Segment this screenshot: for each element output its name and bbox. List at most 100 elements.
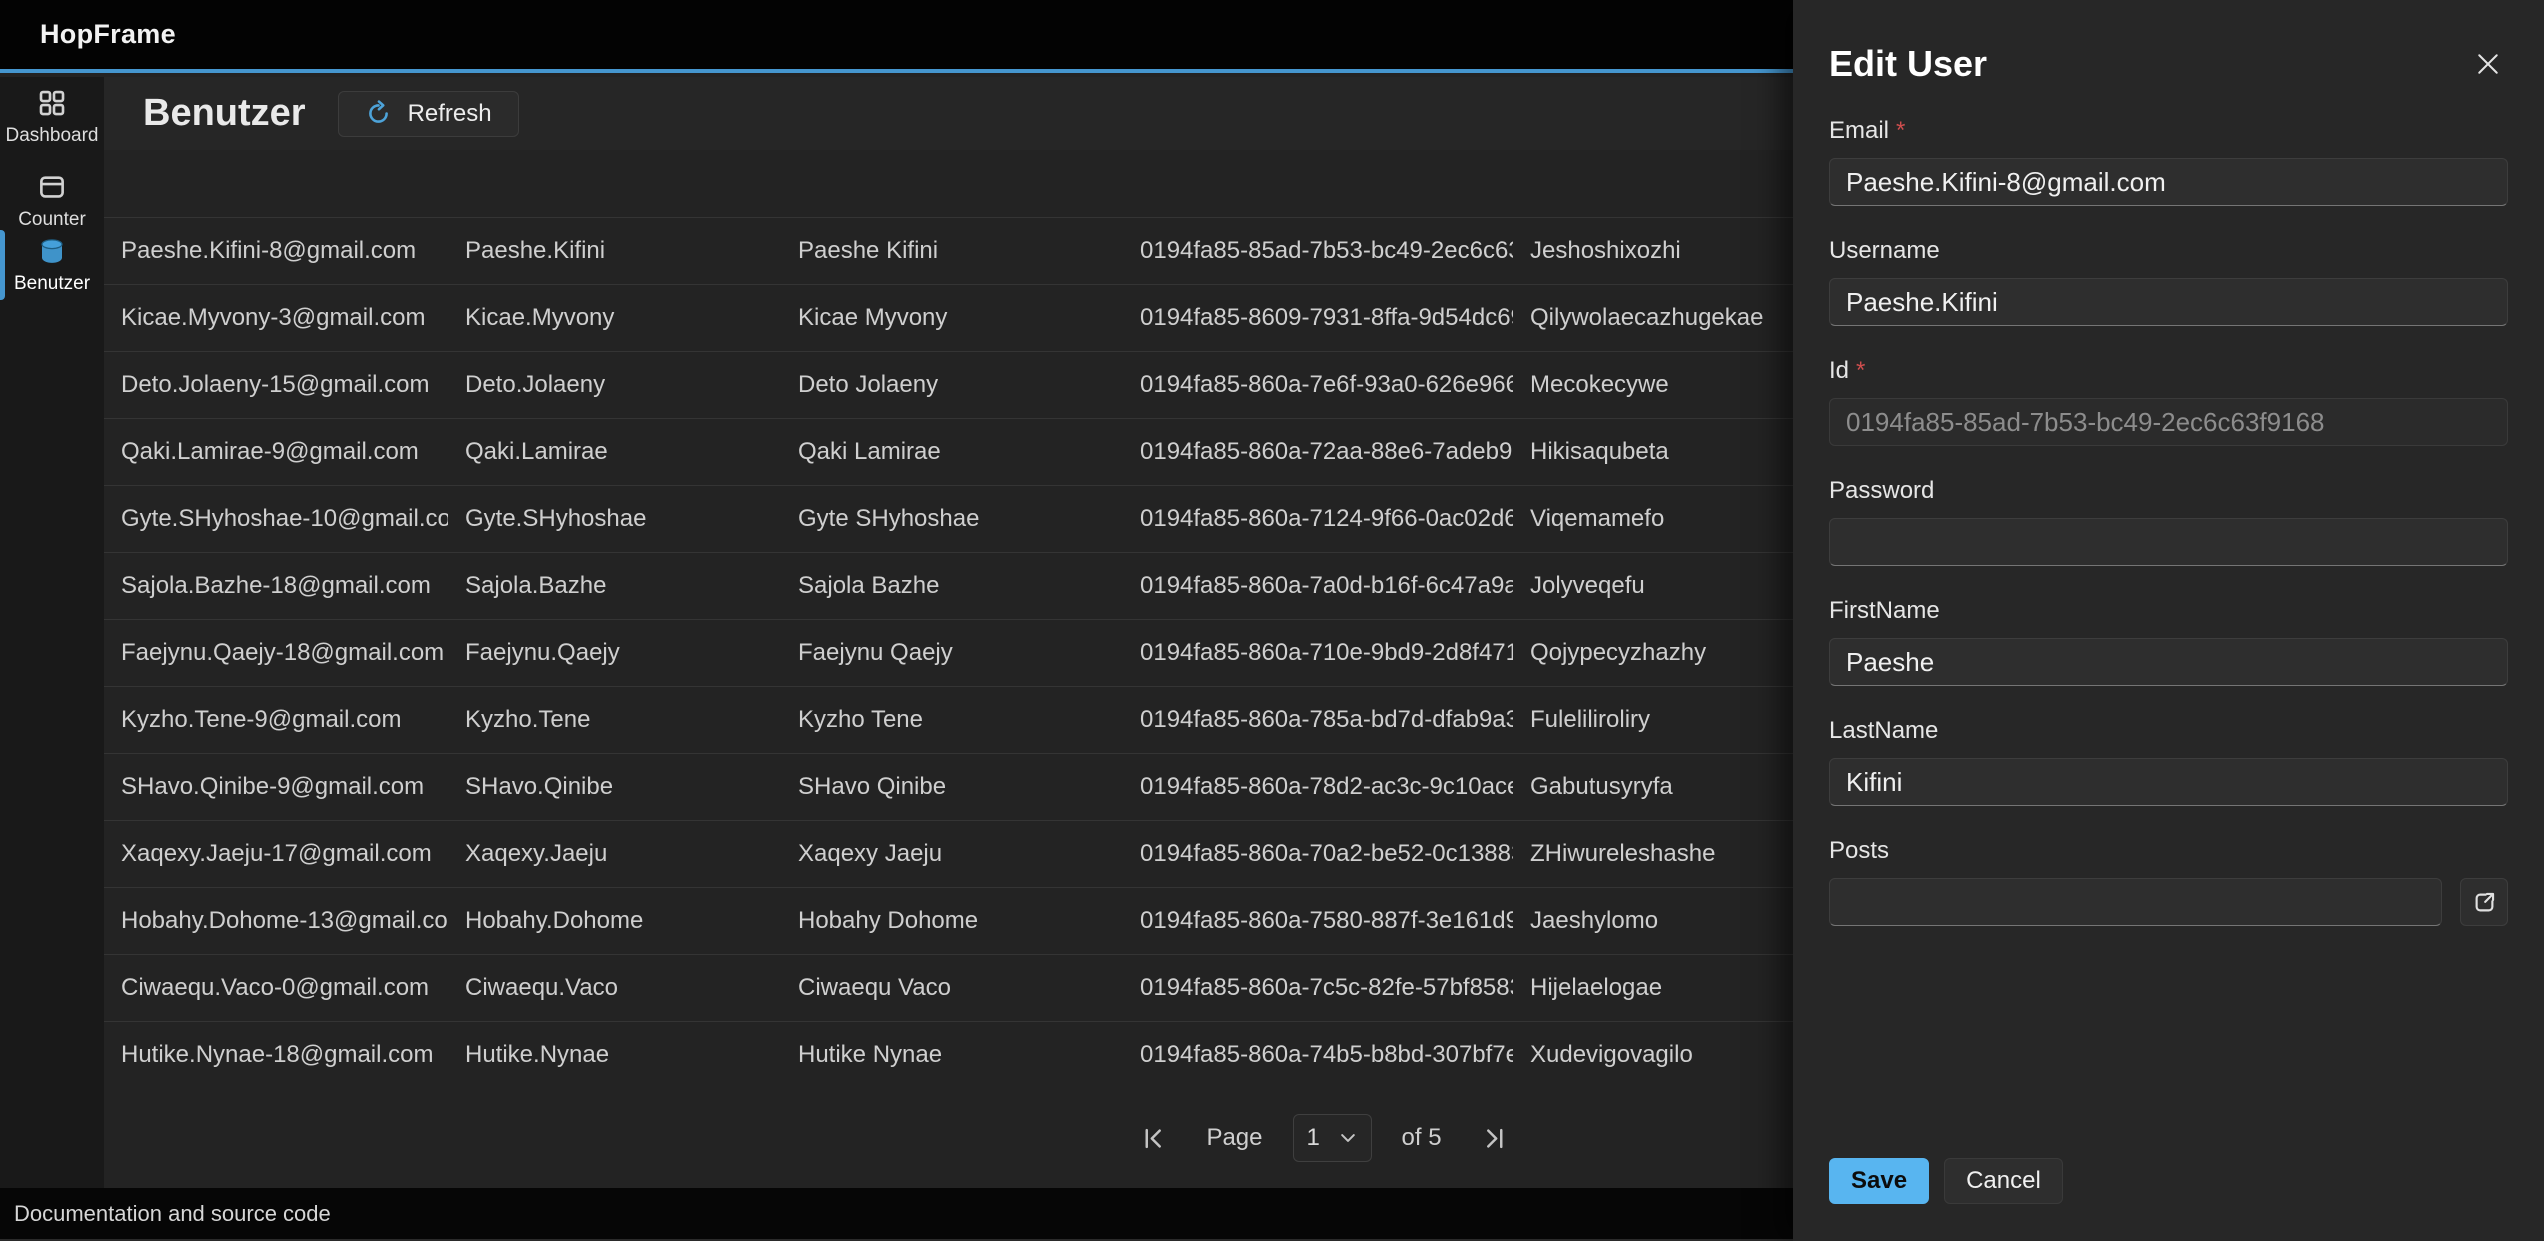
cell-name: Qaki Lamirae bbox=[781, 438, 1123, 466]
sidebar-item-counter[interactable]: Counter bbox=[0, 169, 104, 233]
cell-username: SHavo.Qinibe bbox=[448, 773, 781, 801]
form-field: Password* bbox=[1829, 476, 2508, 566]
cell-email: Gyte.SHyhoshae-10@gmail.com bbox=[104, 505, 448, 533]
cell-email: Kyzho.Tene-9@gmail.com bbox=[104, 706, 448, 734]
cell-name: Hobahy Dohome bbox=[781, 907, 1123, 935]
username-field[interactable] bbox=[1829, 278, 2508, 326]
cell-name: Deto Jolaeny bbox=[781, 371, 1123, 399]
first-page-button[interactable] bbox=[1130, 1115, 1176, 1161]
cell-email: Sajola.Bazhe-18@gmail.com bbox=[104, 572, 448, 600]
field-label: Posts bbox=[1829, 837, 1889, 864]
app-brand: HopFrame bbox=[40, 19, 176, 50]
email-field[interactable] bbox=[1829, 158, 2508, 206]
field-label: Id bbox=[1829, 357, 1849, 384]
cell-email: Hobahy.Dohome-13@gmail.com bbox=[104, 907, 448, 935]
cell-name: SHavo Qinibe bbox=[781, 773, 1123, 801]
id-field bbox=[1829, 398, 2508, 446]
refresh-icon bbox=[365, 100, 392, 127]
form-field: Username* bbox=[1829, 236, 2508, 326]
form-field: Id * bbox=[1829, 356, 2508, 446]
cell-username: Ciwaequ.Vaco bbox=[448, 974, 781, 1002]
form-field: Email* bbox=[1829, 116, 2508, 206]
cell-username: Kicae.Myvony bbox=[448, 304, 781, 332]
counter-icon bbox=[37, 172, 67, 202]
documentation-link[interactable]: Documentation and source code bbox=[14, 1201, 331, 1227]
lastname-field[interactable] bbox=[1829, 758, 2508, 806]
cell-id: 0194fa85-860a-7e6f-93a0-626e9663… bbox=[1123, 371, 1513, 399]
cell-username: Hutike.Nynae bbox=[448, 1041, 781, 1069]
sidebar-item-benutzer[interactable]: Benutzer bbox=[0, 233, 104, 297]
drawer-actions: Save Cancel bbox=[1829, 1158, 2063, 1204]
edit-user-form: Email* Username* bbox=[1829, 116, 2508, 926]
field-label: Username bbox=[1829, 237, 1940, 264]
cell-id: 0194fa85-860a-7580-887f-3e161d9b… bbox=[1123, 907, 1513, 935]
cell-username: Paeshe.Kifini bbox=[448, 237, 781, 265]
cell-email: Ciwaequ.Vaco-0@gmail.com bbox=[104, 974, 448, 1002]
cell-name: Kyzho Tene bbox=[781, 706, 1123, 734]
open-posts-button[interactable] bbox=[2460, 878, 2508, 926]
cell-email: Paeshe.Kifini-8@gmail.com bbox=[104, 237, 448, 265]
grid-icon bbox=[37, 88, 67, 118]
drawer-header: Edit User bbox=[1829, 42, 2508, 86]
cell-email: Qaki.Lamirae-9@gmail.com bbox=[104, 438, 448, 466]
page-select[interactable]: 1 bbox=[1293, 1114, 1372, 1162]
form-field: LastName* bbox=[1829, 716, 2508, 806]
sidebar-item-label: Dashboard bbox=[6, 125, 99, 147]
cell-id: 0194fa85-85ad-7b53-bc49-2ec6c63f… bbox=[1123, 237, 1513, 265]
cell-username: Gyte.SHyhoshae bbox=[448, 505, 781, 533]
page-title: Benutzer bbox=[143, 92, 306, 135]
cell-email: SHavo.Qinibe-9@gmail.com bbox=[104, 773, 448, 801]
sidebar-item-label: Counter bbox=[18, 209, 86, 231]
posts-field[interactable] bbox=[1829, 878, 2442, 926]
cell-id: 0194fa85-860a-72aa-88e6-7adeb902… bbox=[1123, 438, 1513, 466]
sidebar-item-dashboard[interactable]: Dashboard bbox=[0, 85, 104, 149]
close-button[interactable] bbox=[2468, 44, 2508, 84]
sidebar-item-label: Benutzer bbox=[14, 273, 90, 295]
cell-email: Deto.Jolaeny-15@gmail.com bbox=[104, 371, 448, 399]
cell-id: 0194fa85-860a-7c5c-82fe-57bf8583… bbox=[1123, 974, 1513, 1002]
firstname-field[interactable] bbox=[1829, 638, 2508, 686]
refresh-button[interactable]: Refresh bbox=[338, 91, 519, 137]
first-page-icon bbox=[1140, 1125, 1167, 1152]
database-icon bbox=[37, 236, 67, 266]
cell-username: Xaqexy.Jaeju bbox=[448, 840, 781, 868]
cell-email: Kicae.Myvony-3@gmail.com bbox=[104, 304, 448, 332]
cell-username: Qaki.Lamirae bbox=[448, 438, 781, 466]
cell-id: 0194fa85-860a-78d2-ac3c-9c10ace6… bbox=[1123, 773, 1513, 801]
cell-name: Faejynu Qaejy bbox=[781, 639, 1123, 667]
cell-name: Kicae Myvony bbox=[781, 304, 1123, 332]
page-total-label: of 5 bbox=[1402, 1124, 1442, 1152]
cell-name: Xaqexy Jaeju bbox=[781, 840, 1123, 868]
active-indicator bbox=[0, 230, 5, 300]
cell-email: Hutike.Nynae-18@gmail.com bbox=[104, 1041, 448, 1069]
cell-username: Sajola.Bazhe bbox=[448, 572, 781, 600]
drawer-title: Edit User bbox=[1829, 42, 1987, 86]
save-button[interactable]: Save bbox=[1829, 1158, 1929, 1204]
cell-name: Sajola Bazhe bbox=[781, 572, 1123, 600]
cell-name: Ciwaequ Vaco bbox=[781, 974, 1123, 1002]
sidebar-nav: Dashboard Counter Benutzer bbox=[0, 77, 104, 297]
cell-name: Hutike Nynae bbox=[781, 1041, 1123, 1069]
cell-id: 0194fa85-8609-7931-8ffa-9d54dc69… bbox=[1123, 304, 1513, 332]
form-field: FirstName* bbox=[1829, 596, 2508, 686]
cell-name: Paeshe Kifini bbox=[781, 237, 1123, 265]
form-field: Posts* bbox=[1829, 836, 2508, 926]
last-page-button[interactable] bbox=[1472, 1115, 1518, 1161]
close-icon bbox=[2474, 50, 2502, 78]
cell-username: Faejynu.Qaejy bbox=[448, 639, 781, 667]
required-asterisk: * bbox=[1896, 117, 1905, 144]
cell-id: 0194fa85-860a-710e-9bd9-2d8f4718… bbox=[1123, 639, 1513, 667]
cell-id: 0194fa85-860a-74b5-b8bd-307bf7ea… bbox=[1123, 1041, 1513, 1069]
cell-username: Hobahy.Dohome bbox=[448, 907, 781, 935]
cell-email: Xaqexy.Jaeju-17@gmail.com bbox=[104, 840, 448, 868]
last-page-icon bbox=[1481, 1125, 1508, 1152]
sidebar: Dashboard Counter Benutzer bbox=[0, 77, 104, 1188]
cancel-button[interactable]: Cancel bbox=[1944, 1158, 2063, 1204]
cell-username: Kyzho.Tene bbox=[448, 706, 781, 734]
field-label: Password bbox=[1829, 477, 1934, 504]
refresh-label: Refresh bbox=[408, 100, 492, 128]
password-field[interactable] bbox=[1829, 518, 2508, 566]
cell-id: 0194fa85-860a-785a-bd7d-dfab9a3f… bbox=[1123, 706, 1513, 734]
required-asterisk: * bbox=[1856, 357, 1865, 384]
cell-id: 0194fa85-860a-70a2-be52-0c13883d… bbox=[1123, 840, 1513, 868]
